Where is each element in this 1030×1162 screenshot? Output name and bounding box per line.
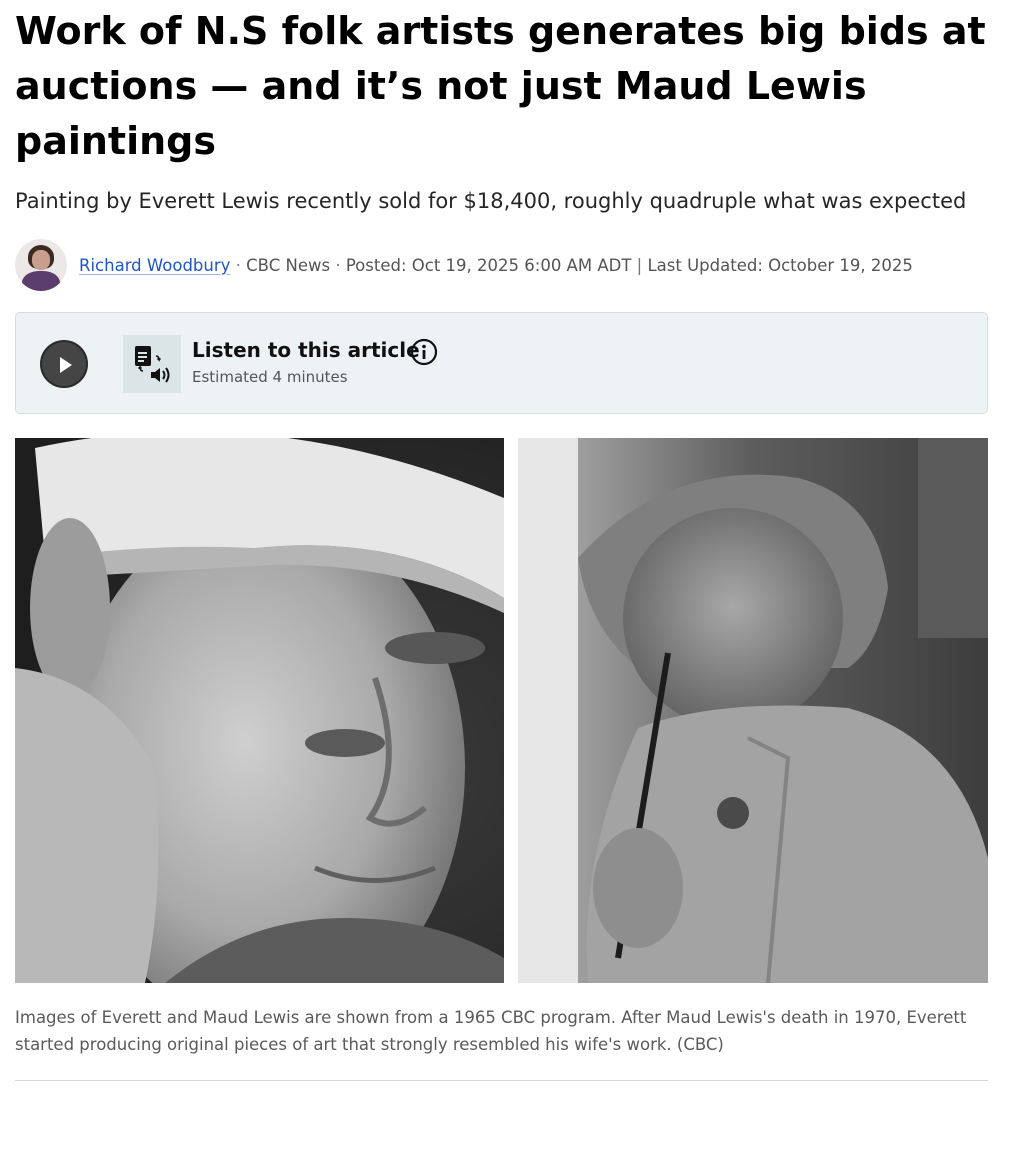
photo-everett-lewis: [15, 438, 504, 983]
updated-date: Last Updated: October 19, 2025: [647, 255, 913, 275]
photo-caption: Images of Everett and Maud Lewis are sho…: [15, 1008, 967, 1054]
play-icon: [60, 357, 72, 373]
byline: Richard Woodbury · CBC News · Posted: Oc…: [15, 239, 988, 291]
author-link[interactable]: Richard Woodbury: [79, 256, 230, 275]
byline-separator: ·: [235, 255, 241, 275]
posted-date: Posted: Oct 19, 2025 6:00 AM ADT: [345, 255, 632, 275]
article-subheadline: Painting by Everett Lewis recently sold …: [15, 189, 967, 213]
divider: [15, 1080, 988, 1081]
audio-duration: Estimated 4 minutes: [192, 368, 348, 386]
info-icon[interactable]: [410, 338, 438, 366]
lead-photo: [15, 438, 988, 983]
byline-text: Richard Woodbury · CBC News · Posted: Oc…: [79, 256, 913, 275]
audio-player: Listen to this article Estimated 4 minut…: [15, 312, 988, 414]
byline-outlet: CBC News: [246, 255, 331, 275]
byline-separator: ·: [335, 255, 341, 275]
byline-pipe: |: [636, 255, 643, 275]
article: Work of N.S folk artists generates big b…: [15, 0, 988, 1081]
photo-maud-lewis: [518, 438, 988, 983]
document-to-audio-icon: [123, 335, 181, 393]
author-avatar[interactable]: [15, 239, 67, 291]
play-button[interactable]: [40, 340, 88, 388]
audio-title: Listen to this article: [192, 338, 420, 362]
article-headline: Work of N.S folk artists generates big b…: [15, 9, 986, 163]
